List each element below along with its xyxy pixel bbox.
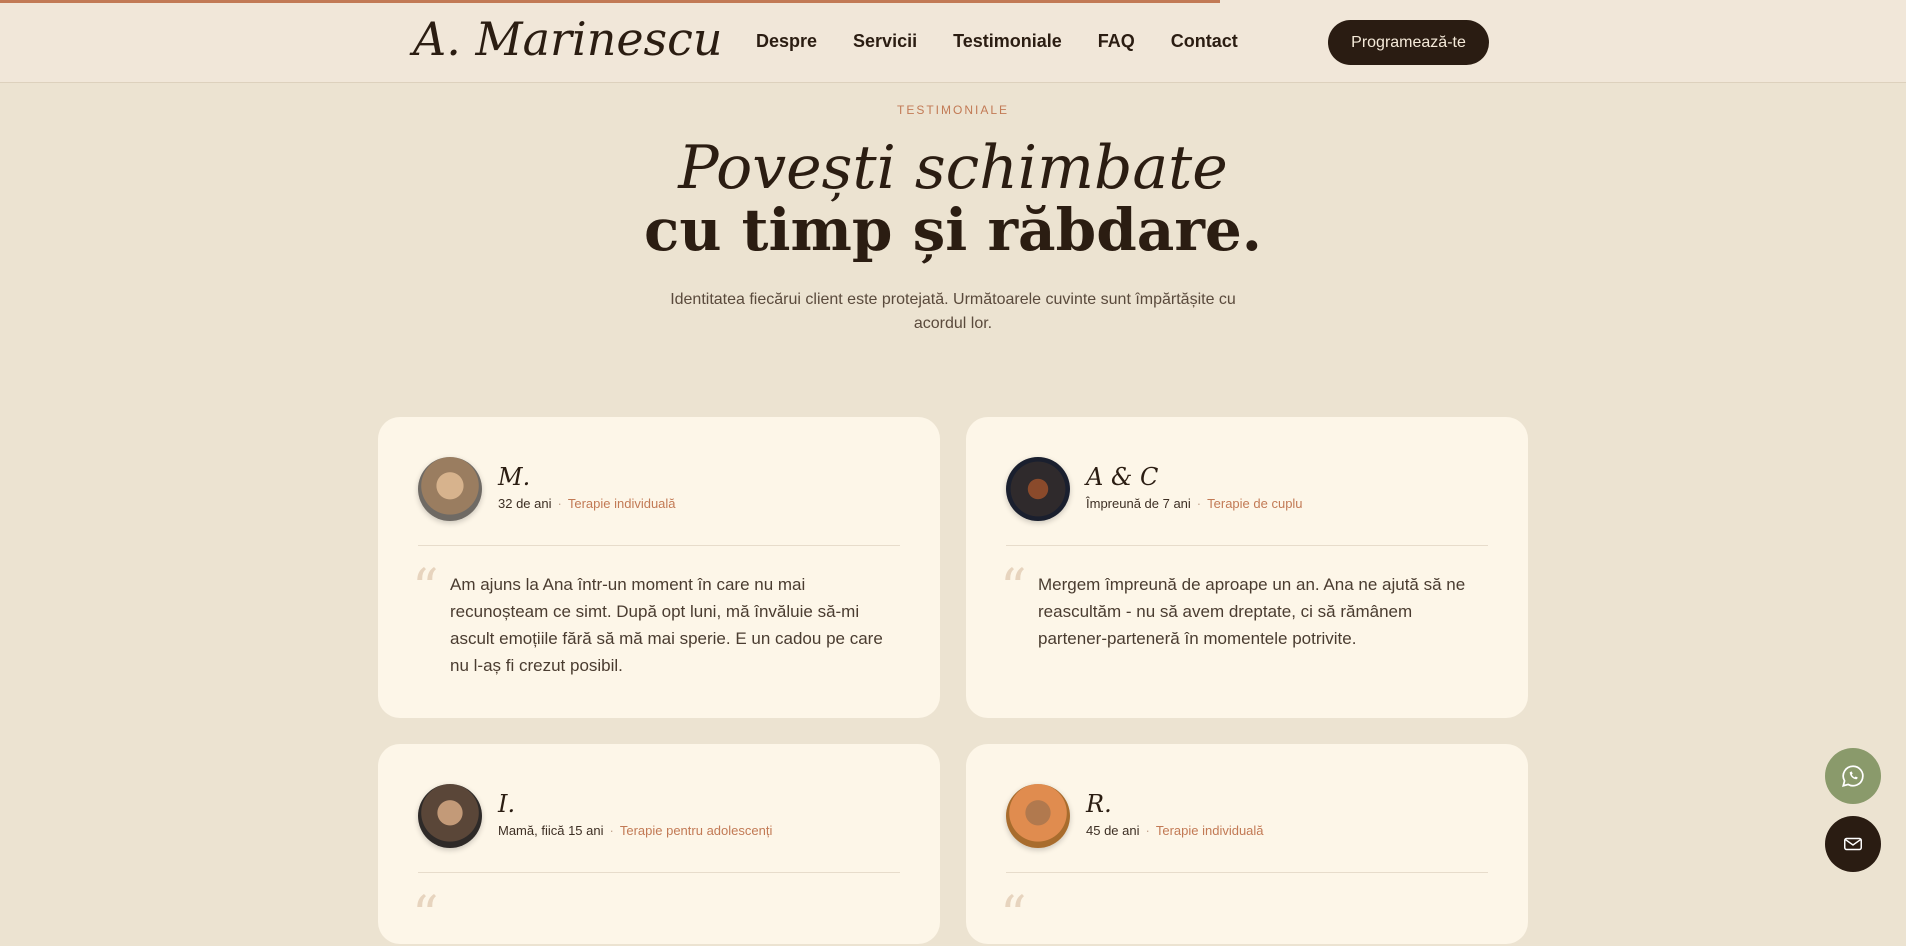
client-meta: 32 de ani · Terapie individuală [498,496,676,511]
book-appointment-button[interactable]: Programează-te [1328,20,1489,65]
nav-item-servicii[interactable]: Servicii [853,31,917,52]
site-header: A. Marinescu Despre Servicii Testimonial… [0,0,1906,83]
therapy-type: Terapie individuală [567,496,676,511]
quote-icon: “ [412,886,439,946]
testimonial-card: A & C Împreună de 7 ani · Terapie de cup… [966,417,1528,718]
avatar [1006,457,1070,521]
hero-title-line2: cu timp și răbdare. [644,196,1262,264]
client-age: 45 de ani [1086,823,1140,838]
whatsapp-button[interactable] [1825,748,1881,804]
testimonial-text: Mergem împreună de aproape un an. Ana ne… [1038,575,1466,648]
client-name: M. [498,463,531,491]
card-divider [1006,872,1488,873]
hero-title-line1: Povești schimbate [678,133,1228,203]
hero-subtitle: Identitatea fiecărui client este proteja… [670,291,1236,332]
meta-separator: · [557,496,562,511]
main-nav: Despre Servicii Testimoniale FAQ Contact [756,31,1238,52]
whatsapp-icon [1842,765,1864,787]
client-age: Mamă, fiică 15 ani [498,823,604,838]
card-divider [1006,545,1488,546]
quote-icon: “ [412,559,439,619]
client-name: A & C [1086,463,1159,491]
section-kicker: TESTIMONIALE [896,103,1009,117]
client-age: 32 de ani [498,496,552,511]
nav-item-testimoniale[interactable]: Testimoniale [953,31,1062,52]
client-meta: 45 de ani · Terapie individuală [1086,823,1264,838]
therapy-type: Terapie pentru adolescenți [619,823,773,838]
avatar [418,784,482,848]
quote-icon: “ [1000,886,1027,946]
email-button[interactable] [1825,816,1881,872]
card-divider [418,545,900,546]
card-divider [418,872,900,873]
client-meta: Mamă, fiică 15 ani · Terapie pentru adol… [498,823,772,838]
meta-separator: · [609,823,614,838]
nav-item-contact[interactable]: Contact [1171,31,1238,52]
testimonial-card: R. 45 de ani · Terapie individuală “ [966,744,1528,944]
therapy-type: Terapie individuală [1155,823,1264,838]
avatar [1006,784,1070,848]
scroll-progress-bar [0,0,1906,3]
testimonial-text: Am ajuns la Ana într-un moment în care n… [450,575,883,675]
client-age: Împreună de 7 ani [1086,496,1191,511]
avatar [418,457,482,521]
nav-item-faq[interactable]: FAQ [1098,31,1135,52]
testimonial-card: I. Mamă, fiică 15 ani · Terapie pentru a… [378,744,940,944]
meta-separator: · [1145,823,1150,838]
testimonial-card: M. 32 de ani · Terapie individuală “ Am … [378,417,940,718]
scroll-progress-fill [0,0,1220,3]
client-name: R. [1086,790,1112,818]
client-name: I. [498,790,516,818]
brand-logo[interactable]: A. Marinescu [413,12,723,66]
nav-item-despre[interactable]: Despre [756,31,817,52]
quote-icon: “ [1000,559,1027,619]
meta-separator: · [1196,496,1202,511]
client-meta: Împreună de 7 ani · Terapie de cuplu [1086,496,1303,511]
mail-icon [1844,837,1862,851]
therapy-type: Terapie de cuplu [1207,496,1303,511]
